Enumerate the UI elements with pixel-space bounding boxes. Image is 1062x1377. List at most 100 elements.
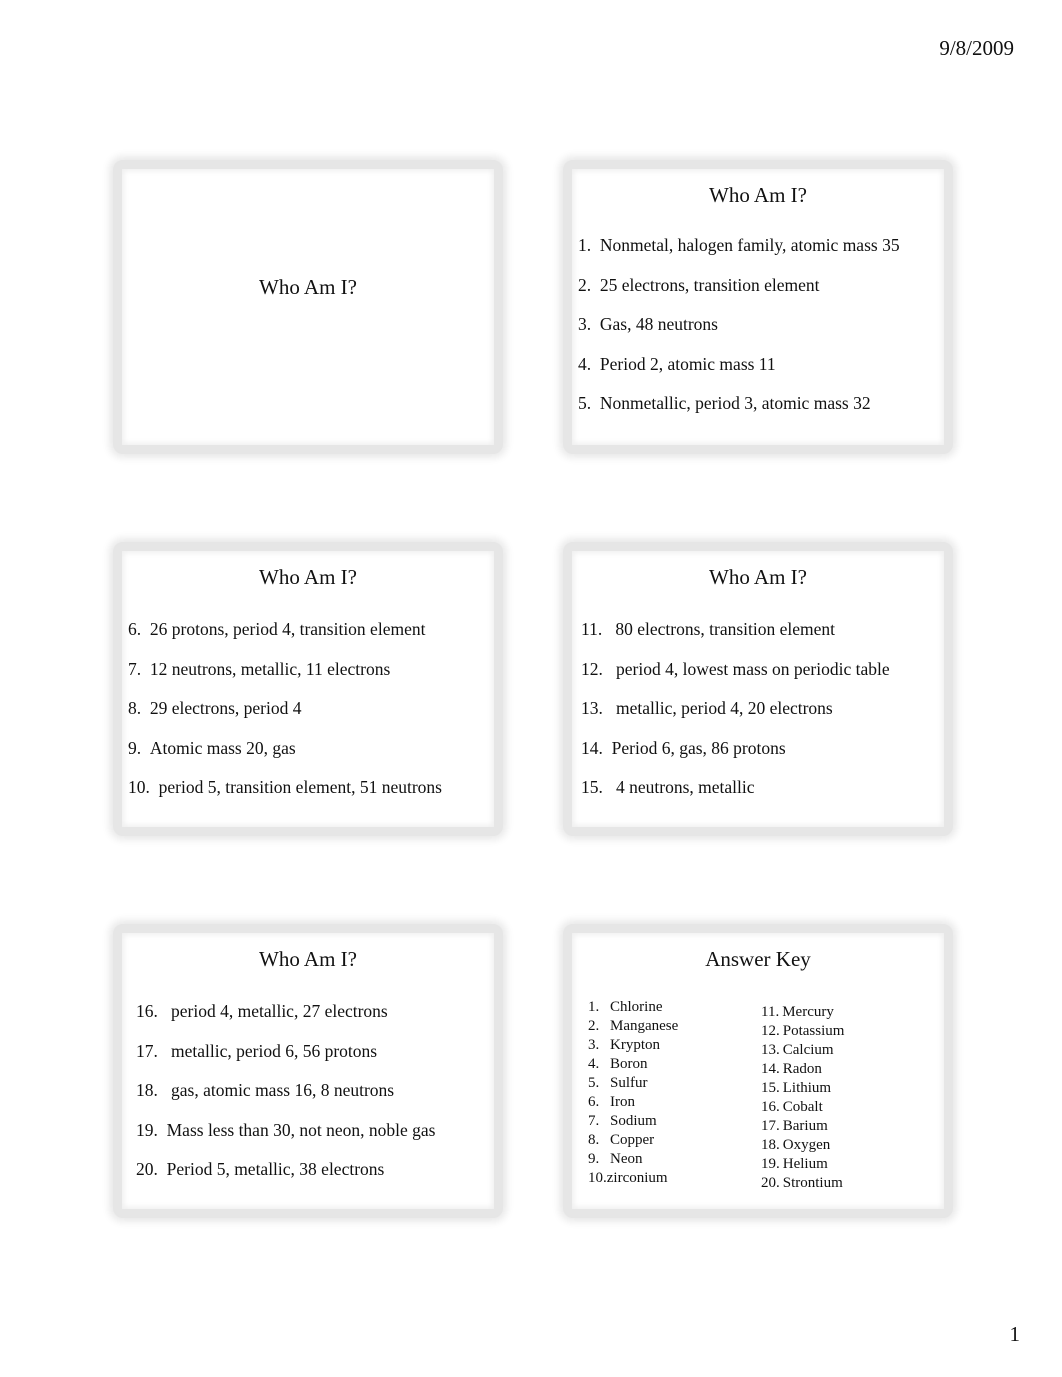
answer-item: 5. Sulfur — [588, 1074, 678, 1093]
item-text: Strontium — [782, 1175, 843, 1191]
item-text: Lithium — [782, 1080, 832, 1096]
slide-title: Answer Key — [705, 947, 811, 971]
answer-item: 19. Helium — [761, 1155, 844, 1174]
item-number: 4. — [578, 353, 592, 374]
item-number: 1. — [578, 235, 592, 255]
item-number: 12. — [761, 1023, 780, 1039]
item-number: 18. — [761, 1137, 780, 1153]
question-item: 16. period 4, metallic, 27 electrons — [136, 1001, 494, 1041]
item-text: Iron — [610, 1094, 635, 1110]
question-item: 19. Mass less than 30, not neon, noble g… — [136, 1120, 494, 1160]
item-number: 3. — [588, 1037, 600, 1053]
question-item: 1. Nonmetal, halogen family, atomic mass… — [578, 235, 944, 275]
item-number: 10. — [128, 777, 150, 797]
item-text: Period 6, gas, 86 protons — [611, 737, 786, 758]
item-text: Helium — [782, 1156, 828, 1172]
item-text: 80 electrons, transition element — [610, 619, 836, 639]
item-text: 29 electrons, period 4 — [149, 698, 302, 718]
question-item: 14. Period 6, gas, 86 protons — [581, 738, 944, 778]
item-number: 2. — [588, 1018, 600, 1034]
answer-item: 17. Barium — [761, 1117, 844, 1136]
slide-title: Who Am I? — [259, 565, 357, 589]
slide-questions-6-10: Who Am I? 6. 26 protons, period 4, trans… — [113, 542, 503, 836]
item-text: Nonmetallic, period 3, atomic mass 32 — [599, 393, 871, 413]
item-text: Neon — [610, 1151, 643, 1167]
item-number: 14. — [761, 1061, 780, 1077]
question-item: 10. period 5, transition element, 51 neu… — [128, 777, 494, 817]
item-number: 14. — [581, 737, 603, 758]
slide-answer-key: Answer Key 1. Chlorine 2. Manganese 3. Kryp… — [563, 924, 953, 1218]
item-text: 25 electrons, transition element — [599, 274, 820, 295]
question-item: 3. Gas, 48 neutrons — [578, 314, 944, 354]
question-item: 15. 4 neutrons, metallic — [581, 777, 944, 817]
item-text: Sodium — [610, 1113, 657, 1129]
item-number: 8. — [128, 698, 142, 718]
answer-item: 10.zirconium — [588, 1169, 678, 1188]
answer-item: 18. Oxygen — [761, 1136, 844, 1155]
slide-questions-1-5: Who Am I? 1. Nonmetal, halogen family, a… — [563, 160, 953, 454]
item-text: Sulfur — [610, 1075, 648, 1091]
question-item: 6. 26 protons, period 4, transition elem… — [128, 619, 494, 659]
item-number: 18. — [136, 1080, 158, 1100]
item-text: zirconium — [606, 1170, 668, 1186]
slide-title: Who Am I? — [709, 183, 807, 207]
question-item: 4. Period 2, atomic mass 11 — [578, 354, 944, 394]
item-text: Manganese — [610, 1018, 679, 1034]
question-item: 8. 29 electrons, period 4 — [128, 698, 494, 738]
item-text: Mercury — [782, 1004, 834, 1020]
item-text: Krypton — [610, 1037, 660, 1053]
item-text: metallic, period 4, 20 electrons — [611, 698, 833, 718]
item-text: Chlorine — [610, 999, 663, 1015]
item-text: Period 2, atomic mass 11 — [599, 353, 776, 374]
question-list: 6. 26 protons, period 4, transition elem… — [128, 619, 494, 817]
answer-item: 15. Lithium — [761, 1079, 844, 1098]
item-number: 17. — [136, 1040, 158, 1061]
item-number: 13. — [581, 698, 603, 718]
item-text: Nonmetal, halogen family, atomic mass 35 — [599, 235, 900, 255]
item-number: 9. — [128, 737, 142, 758]
question-item: 18. gas, atomic mass 16, 8 neutrons — [136, 1080, 494, 1120]
item-number: 2. — [578, 274, 592, 295]
page-number: 1 — [1009, 1322, 1021, 1346]
item-number: 1. — [588, 999, 600, 1015]
item-number: 11. — [761, 1004, 780, 1020]
question-item: 13. metallic, period 4, 20 electrons — [581, 698, 944, 738]
question-item: 5. Nonmetallic, period 3, atomic mass 32 — [578, 393, 944, 433]
item-number: 5. — [588, 1075, 600, 1091]
answer-list-right: 11. Mercury 12. Potassium 13. Calcium 14. Ra… — [761, 1003, 844, 1193]
item-number: 15. — [761, 1080, 780, 1096]
item-text: period 5, transition element, 51 neutron… — [158, 777, 442, 797]
item-number: 6. — [588, 1094, 600, 1110]
item-text: Oxygen — [782, 1137, 831, 1153]
item-text: metallic, period 6, 56 protons — [166, 1040, 378, 1061]
question-item: 7. 12 neutrons, metallic, 11 electrons — [128, 659, 494, 699]
question-list: 1. Nonmetal, halogen family, atomic mass… — [578, 235, 944, 433]
item-text: 26 protons, period 4, transition element — [149, 619, 426, 639]
answer-item: 7. Sodium — [588, 1112, 678, 1131]
item-text: Potassium — [782, 1023, 845, 1039]
question-list: 11. 80 electrons, transition element 12.… — [581, 619, 944, 817]
answer-item: 11. Mercury — [761, 1003, 844, 1022]
item-number: 13. — [761, 1042, 780, 1058]
slide-cover: Who Am I? — [113, 160, 503, 454]
item-number: 10. — [588, 1170, 607, 1186]
question-item: 11. 80 electrons, transition element — [581, 619, 944, 659]
slide-questions-16-20: Who Am I? 16. period 4, metallic, 27 ele… — [113, 924, 503, 1218]
answer-item: 4. Boron — [588, 1055, 678, 1074]
item-text: Cobalt — [782, 1099, 823, 1115]
question-item: 12. period 4, lowest mass on periodic ta… — [581, 659, 944, 699]
slide-title: Who Am I? — [709, 565, 807, 589]
slide-title: Who Am I? — [259, 274, 357, 299]
item-number: 7. — [588, 1113, 600, 1129]
question-item: 2. 25 electrons, transition element — [578, 275, 944, 315]
answer-item: 6. Iron — [588, 1093, 678, 1112]
item-text: 4 neutrons, metallic — [611, 777, 755, 797]
answer-item: 3. Krypton — [588, 1036, 678, 1055]
slide-questions-11-15: Who Am I? 11. 80 electrons, transition e… — [563, 542, 953, 836]
item-number: 6. — [128, 619, 142, 639]
item-number: 11. — [581, 619, 603, 639]
item-text: gas, atomic mass 16, 8 neutrons — [166, 1080, 395, 1100]
item-number: 3. — [578, 314, 592, 334]
question-item: 9. Atomic mass 20, gas — [128, 738, 494, 778]
item-number: 4. — [588, 1056, 600, 1072]
